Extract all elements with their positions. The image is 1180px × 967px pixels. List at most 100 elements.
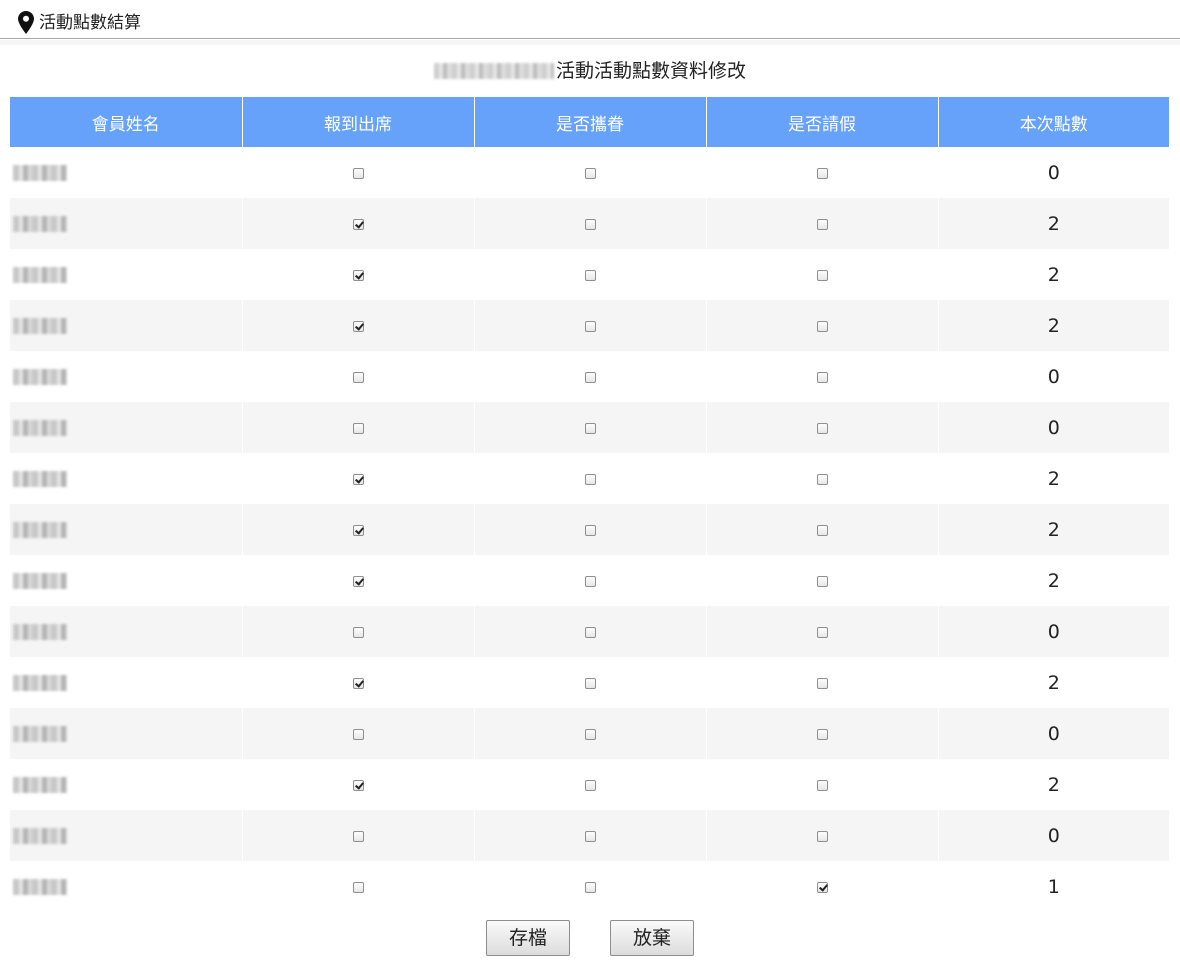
leave-cell — [706, 249, 939, 300]
top-bar: 活動點數結算 — [0, 0, 1180, 39]
member-name-cell — [10, 657, 243, 708]
with-family-checkbox[interactable] — [584, 830, 596, 842]
leave-checkbox[interactable] — [816, 218, 828, 230]
leave-checkbox[interactable] — [816, 269, 828, 281]
page-title: 活動點數結算 — [39, 13, 141, 33]
leave-cell — [706, 657, 939, 708]
with-family-checkbox[interactable] — [584, 524, 596, 536]
leave-checkbox[interactable] — [816, 167, 828, 179]
attendance-checkbox[interactable] — [352, 575, 364, 587]
table-row: 2 — [10, 198, 1169, 249]
attendance-checkbox[interactable] — [352, 473, 364, 485]
leave-checkbox[interactable] — [816, 677, 828, 689]
member-name-cell — [10, 453, 243, 504]
member-name-cell — [10, 147, 243, 198]
leave-checkbox[interactable] — [816, 575, 828, 587]
points-cell: 0 — [938, 708, 1169, 759]
attendance-cell — [242, 453, 475, 504]
table-header-row: 會員姓名 報到出席 是否攜眷 是否請假 本次點數 — [10, 97, 1169, 147]
table-row: 2 — [10, 759, 1169, 810]
with-family-cell — [474, 300, 707, 351]
attendance-checkbox[interactable] — [352, 779, 364, 791]
with-family-checkbox[interactable] — [584, 473, 596, 485]
attendance-checkbox[interactable] — [352, 524, 364, 536]
member-name-cell — [10, 504, 243, 555]
attendance-checkbox[interactable] — [352, 728, 364, 740]
attendance-checkbox[interactable] — [352, 320, 364, 332]
leave-cell — [706, 708, 939, 759]
with-family-checkbox[interactable] — [584, 167, 596, 179]
with-family-checkbox[interactable] — [584, 575, 596, 587]
attendance-checkbox[interactable] — [352, 830, 364, 842]
with-family-checkbox[interactable] — [584, 269, 596, 281]
redacted-member-name — [13, 522, 67, 538]
redacted-member-name — [13, 165, 67, 181]
attendance-cell — [242, 147, 475, 198]
leave-checkbox[interactable] — [816, 473, 828, 485]
with-family-checkbox[interactable] — [584, 320, 596, 332]
leave-checkbox[interactable] — [816, 371, 828, 383]
member-name-cell — [10, 810, 243, 861]
points-cell: 0 — [1047, 365, 1060, 388]
attendance-cell — [242, 351, 475, 402]
with-family-checkbox[interactable] — [584, 881, 596, 893]
attendance-cell — [242, 810, 475, 861]
with-family-cell — [474, 861, 707, 912]
attendance-checkbox[interactable] — [352, 371, 364, 383]
leave-checkbox[interactable] — [816, 320, 828, 332]
leave-checkbox[interactable] — [816, 779, 828, 791]
with-family-checkbox[interactable] — [584, 779, 596, 791]
member-name-cell — [10, 198, 243, 249]
table-row: 0 — [10, 708, 1169, 759]
with-family-cell — [474, 555, 707, 606]
with-family-checkbox[interactable] — [584, 677, 596, 689]
redacted-member-name — [13, 267, 67, 283]
leave-checkbox[interactable] — [816, 524, 828, 536]
with-family-checkbox[interactable] — [584, 728, 596, 740]
leave-checkbox[interactable] — [816, 422, 828, 434]
leave-cell — [706, 606, 939, 657]
with-family-cell — [474, 453, 707, 504]
form-heading-text: 活動活動點數資料修改 — [555, 60, 746, 82]
leave-cell — [706, 453, 939, 504]
attendance-cell — [242, 555, 475, 606]
redacted-member-name — [13, 624, 67, 640]
column-header-with-family: 是否攜眷 — [474, 97, 707, 147]
column-header-member-name: 會員姓名 — [10, 97, 243, 147]
points-cell: 2 — [1047, 467, 1060, 490]
discard-button[interactable]: 放棄 — [610, 920, 694, 956]
attendance-checkbox[interactable] — [352, 422, 364, 434]
with-family-checkbox[interactable] — [584, 371, 596, 383]
table-row: 0 — [10, 351, 1169, 402]
attendance-checkbox[interactable] — [352, 677, 364, 689]
points-table: 會員姓名 報到出席 是否攜眷 是否請假 本次點數 0 2 2 2 0 0 2 2 2 0 2 0 2 0 1 — [10, 97, 1169, 912]
redacted-event-name — [433, 63, 554, 79]
attendance-checkbox[interactable] — [352, 626, 364, 638]
table-row: 1 — [10, 861, 1169, 912]
leave-checkbox[interactable] — [816, 830, 828, 842]
with-family-cell — [474, 810, 707, 861]
points-cell: 0 — [938, 402, 1169, 453]
redacted-member-name — [13, 777, 67, 793]
redacted-member-name — [13, 318, 67, 334]
leave-cell — [706, 504, 939, 555]
leave-checkbox[interactable] — [816, 626, 828, 638]
column-header-attendance: 報到出席 — [242, 97, 475, 147]
redacted-member-name — [13, 573, 67, 589]
leave-checkbox[interactable] — [816, 728, 828, 740]
leave-checkbox[interactable] — [816, 881, 828, 893]
with-family-cell — [474, 147, 707, 198]
leave-cell — [706, 351, 939, 402]
attendance-cell — [242, 198, 475, 249]
attendance-checkbox[interactable] — [352, 218, 364, 230]
with-family-checkbox[interactable] — [584, 218, 596, 230]
save-button[interactable]: 存檔 — [486, 920, 570, 956]
with-family-checkbox[interactable] — [584, 626, 596, 638]
with-family-checkbox[interactable] — [584, 422, 596, 434]
redacted-member-name — [13, 216, 67, 232]
attendance-checkbox[interactable] — [352, 269, 364, 281]
table-row: 2 — [10, 249, 1169, 300]
attendance-checkbox[interactable] — [352, 881, 364, 893]
attendance-checkbox[interactable] — [352, 167, 364, 179]
points-cell: 2 — [938, 198, 1169, 249]
